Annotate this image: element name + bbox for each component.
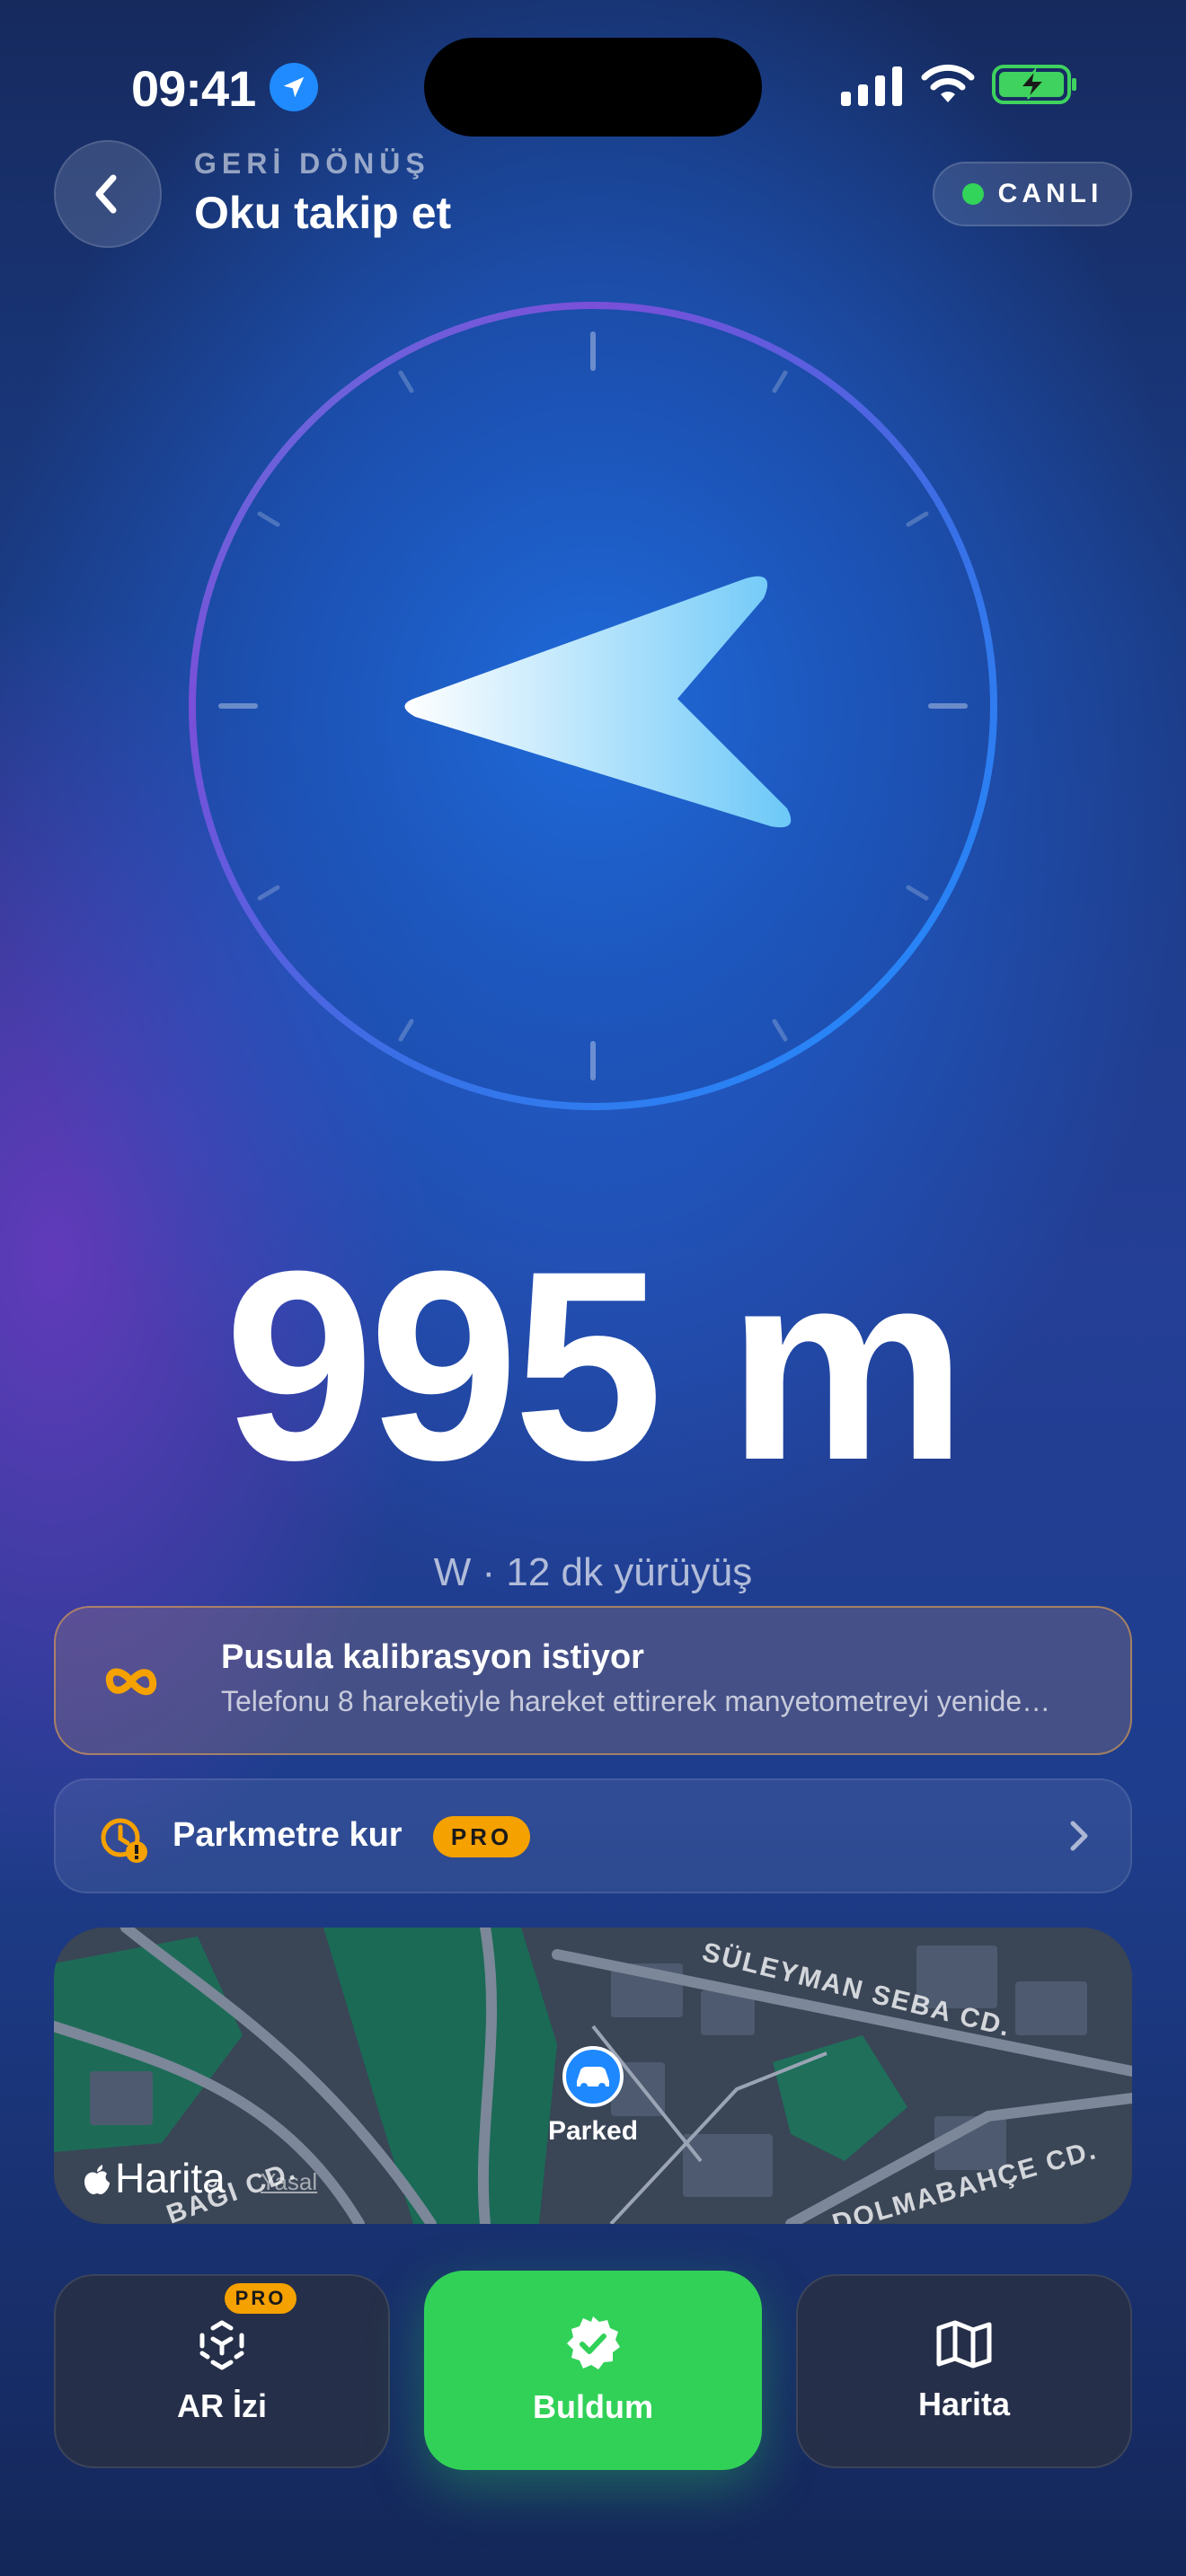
- back-button[interactable]: [54, 140, 162, 248]
- page-title: Oku takip et: [194, 188, 452, 238]
- ar-cube-icon: [199, 2320, 244, 2370]
- ar-trail-button[interactable]: AR İzi: [54, 2274, 390, 2468]
- wifi-icon: [921, 64, 975, 102]
- found-label: Buldum: [533, 2388, 653, 2425]
- calibration-description: Telefonu 8 hareketiyle hareket ettirerek…: [221, 1685, 1066, 1717]
- map-icon: [936, 2320, 992, 2369]
- dynamic-island: [424, 38, 762, 137]
- parking-meter-label: Parkmetre kur: [173, 1816, 403, 1854]
- check-seal-icon: [567, 2316, 620, 2369]
- calibration-card[interactable]: [54, 1606, 1132, 1755]
- battery-charging-icon: [992, 65, 1076, 104]
- live-label: CANLI: [997, 179, 1103, 208]
- chevron-left-icon: [95, 174, 117, 214]
- cellular-signal-icon: [841, 66, 902, 106]
- ar-pro-badge: PRO: [225, 2283, 296, 2314]
- apple-icon: [84, 2165, 110, 2194]
- pro-badge: PRO: [433, 1816, 530, 1857]
- parked-label: Parked: [547, 2116, 639, 2146]
- chevron-right-icon: [1070, 1821, 1088, 1851]
- apple-maps-logo: Harita: [83, 2154, 226, 2202]
- map-label: Harita: [917, 2386, 1011, 2422]
- location-arrow-icon: [270, 63, 318, 111]
- map-button[interactable]: Harita: [796, 2274, 1132, 2468]
- ar-trail-label: AR İzi: [176, 2387, 267, 2424]
- compass-dial: [189, 302, 997, 1110]
- calibration-title: Pusula kalibrasyon istiyor: [221, 1638, 644, 1676]
- live-dot-icon: [961, 183, 984, 205]
- live-status-badge: CANLI: [933, 162, 1132, 226]
- figure-eight-icon: [105, 1668, 157, 1696]
- found-button[interactable]: Buldum: [424, 2271, 762, 2470]
- maps-brand-label: Harita: [115, 2155, 226, 2201]
- legal-link[interactable]: Yasal: [261, 2168, 317, 2196]
- header-subtitle: GERİ DÖNÜŞ: [194, 147, 430, 180]
- status-time: 09:41: [131, 60, 256, 117]
- walk-info: W · 12 dk yürüyüş: [433, 1550, 753, 1594]
- car-pin-icon[interactable]: [562, 2046, 624, 2107]
- timer-alert-icon: [101, 1818, 147, 1863]
- distance-value: 995 m: [224, 1214, 968, 1516]
